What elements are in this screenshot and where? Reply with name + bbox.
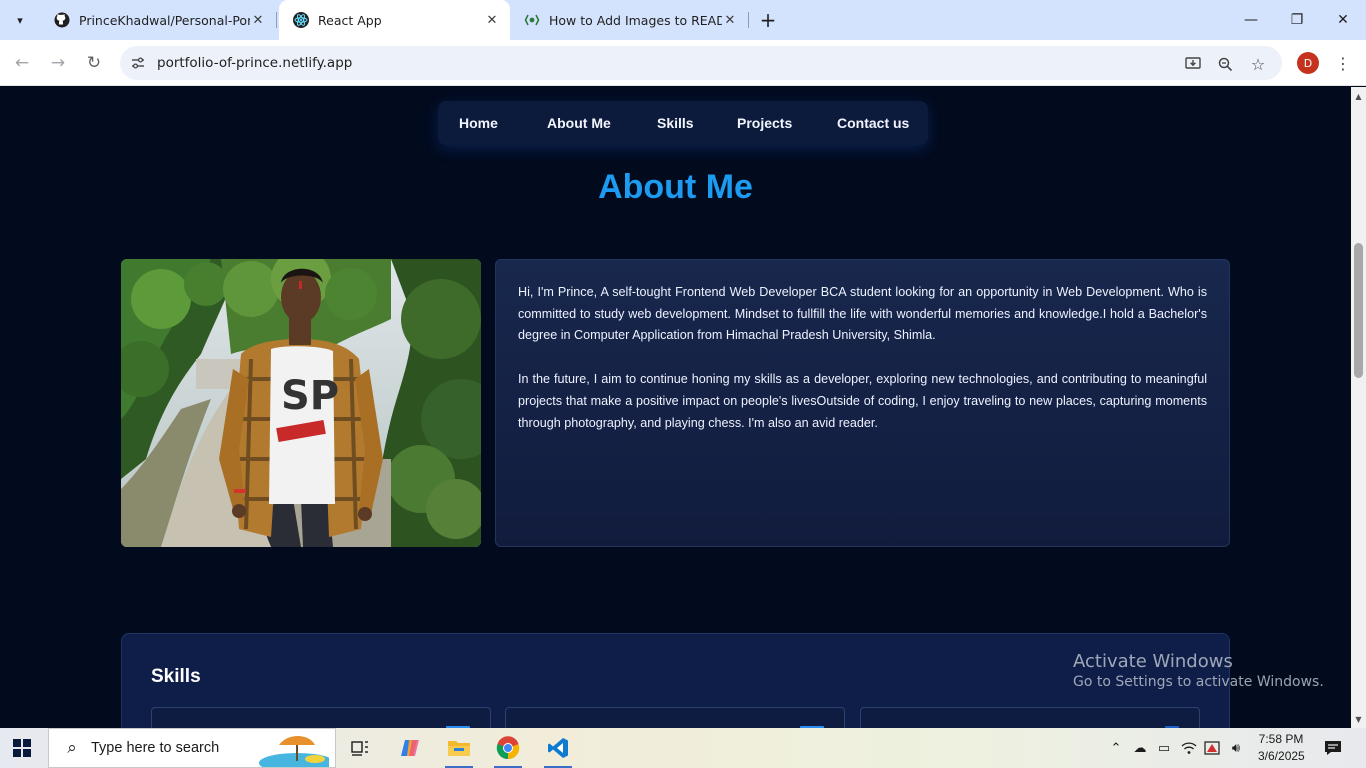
tab-separator (748, 12, 749, 28)
scrollbar-thumb[interactable] (1354, 243, 1363, 378)
nav-link-skills[interactable]: Skills (657, 115, 694, 131)
browser-menu-icon[interactable]: ⋮ (1332, 51, 1354, 75)
page-viewport: Home About Me Skills Projects Contact us… (0, 87, 1351, 728)
watermark-line2: Go to Settings to activate Windows. (1073, 674, 1324, 690)
skill-card (151, 707, 491, 728)
skill-card (860, 707, 1200, 728)
tab-readme-article[interactable]: How to Add Images to README ✕ (510, 0, 748, 40)
volume-icon[interactable]: 🔊︎ (1226, 738, 1246, 758)
nav-link-projects[interactable]: Projects (737, 115, 792, 131)
reload-icon[interactable]: ↻ (80, 49, 108, 77)
about-text-card: Hi, I'm Prince, A self-tought Frontend W… (495, 259, 1230, 547)
wifi-icon[interactable] (1179, 738, 1199, 758)
install-app-icon[interactable] (1182, 53, 1204, 75)
site-navbar: Home About Me Skills Projects Contact us (438, 101, 928, 145)
react-icon (293, 12, 309, 28)
restore-icon[interactable]: ❐ (1274, 0, 1320, 40)
skill-card (505, 707, 845, 728)
show-hidden-icons-chevron-icon[interactable]: ⌃ (1106, 738, 1126, 758)
url-text: portfolio-of-prince.netlify.app (157, 55, 353, 71)
tab-title: React App (318, 12, 382, 28)
freecodecamp-icon (524, 12, 540, 28)
scroll-down-arrow-icon[interactable]: ▼ (1351, 712, 1366, 726)
tab-title: PrinceKhadwal/Personal-Portfolio (79, 12, 250, 28)
tab-close-icon[interactable]: ✕ (722, 12, 738, 28)
nav-link-home[interactable]: Home (459, 115, 498, 131)
zoom-icon[interactable] (1214, 53, 1236, 75)
profile-avatar[interactable]: D (1297, 52, 1319, 74)
back-arrow-icon[interactable]: ← (8, 49, 36, 77)
page-scrollbar[interactable]: ▲ ▼ (1351, 87, 1366, 728)
taskbar-search-box[interactable]: ⌕ Type here to search (48, 728, 336, 768)
browser-toolbar: ← → ↻ portfolio-of-prince.netlify.app ☆ … (0, 40, 1366, 86)
clock-date: 3/6/2025 (1258, 749, 1305, 763)
skills-section: Skills (121, 633, 1230, 728)
scroll-up-arrow-icon[interactable]: ▲ (1351, 89, 1366, 103)
about-paragraph: Hi, I'm Prince, A self-tought Frontend W… (518, 285, 1207, 343)
new-tab-plus-icon[interactable]: + (756, 8, 780, 32)
windows-activation-watermark: Activate Windows Go to Settings to activ… (1073, 651, 1324, 690)
about-heading: About Me (598, 168, 753, 206)
site-settings-icon[interactable] (129, 54, 147, 72)
tab-react-app[interactable]: React App ✕ (279, 0, 510, 40)
notification-center-icon[interactable] (1322, 738, 1344, 758)
search-placeholder: Type here to search (91, 740, 220, 756)
bookmark-star-icon[interactable]: ☆ (1247, 53, 1269, 75)
address-bar[interactable]: portfolio-of-prince.netlify.app ☆ (120, 46, 1282, 80)
chrome-icon[interactable] (486, 728, 530, 768)
search-icon: ⌕ (67, 738, 77, 758)
vscode-icon[interactable] (536, 728, 580, 768)
tab-close-icon[interactable]: ✕ (484, 12, 500, 28)
tab-github[interactable]: PrinceKhadwal/Personal-Portfolio ✕ (40, 0, 276, 40)
watermark-line1: Activate Windows (1073, 651, 1233, 672)
onedrive-cloud-icon[interactable]: ☁ (1130, 738, 1150, 758)
nav-link-contact[interactable]: Contact us (837, 115, 909, 131)
close-window-icon[interactable]: ✕ (1320, 0, 1366, 40)
taskbar-clock[interactable]: 7:58 PM 3/6/2025 (1258, 731, 1305, 765)
windows-taskbar: ⌕ Type here to search ⌃ ☁ ▭ 🔊︎ 7:58 PM 3… (0, 728, 1366, 768)
tab-search-chevron-icon[interactable]: ▾ (8, 8, 32, 32)
tab-title: How to Add Images to README (549, 12, 722, 28)
task-view-icon[interactable] (338, 728, 382, 768)
github-icon (54, 12, 70, 28)
file-explorer-icon[interactable] (437, 728, 481, 768)
windows-start-icon[interactable] (13, 739, 31, 757)
tab-separator (276, 12, 277, 28)
copilot-icon[interactable] (388, 728, 432, 768)
search-highlight-illustration (259, 736, 329, 767)
battery-plug-icon[interactable]: ▭ (1154, 738, 1174, 758)
browser-tab-strip: ▾ PrinceKhadwal/Personal-Portfolio ✕ Rea… (0, 0, 1366, 40)
network-warning-icon[interactable] (1202, 738, 1222, 758)
profile-photo: SP (121, 259, 481, 547)
clock-time: 7:58 PM (1258, 732, 1304, 746)
minimize-icon[interactable]: — (1228, 0, 1274, 40)
nav-link-about[interactable]: About Me (547, 115, 611, 131)
about-paragraph: In the future, I aim to continue honing … (518, 372, 1207, 430)
svg-text:SP: SP (281, 373, 339, 419)
skills-heading: Skills (151, 666, 201, 687)
tab-close-icon[interactable]: ✕ (250, 12, 266, 28)
forward-arrow-icon[interactable]: → (44, 49, 72, 77)
